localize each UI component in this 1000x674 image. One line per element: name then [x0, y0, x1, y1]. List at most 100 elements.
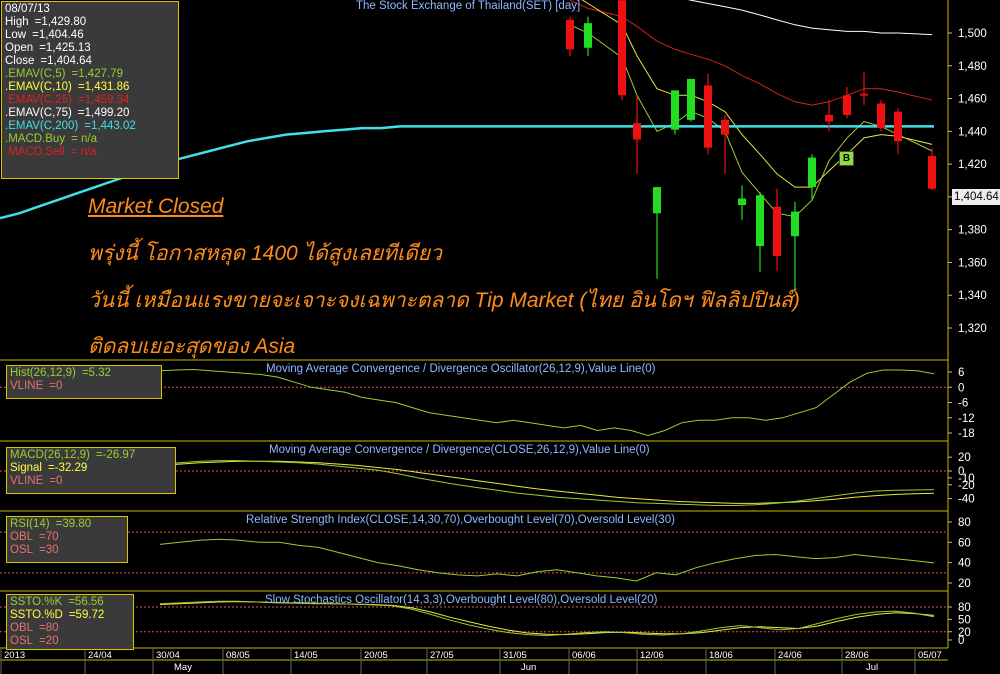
rsi-legend-row: RSI(14) =39.80 — [10, 518, 124, 531]
ssto-tick-label: 80 — [958, 602, 971, 614]
ssto-legend-row: OBL =80 — [10, 622, 130, 635]
ohlc-legend-value: =1,425.13 — [39, 42, 91, 54]
date-label: 20/05 — [364, 650, 388, 661]
candle-body — [738, 198, 746, 206]
ohlc-legend-value: =1,443.02 — [84, 120, 136, 132]
candle-body — [633, 123, 641, 140]
ohlc-legend-key: .EMAV(C,5) — [5, 68, 66, 80]
hist-tick-label: -6 — [958, 398, 968, 410]
ohlc-legend-value: =1,404.46 — [32, 29, 84, 41]
ohlc-legend-row: .MACD.Sell = n/a — [5, 146, 175, 159]
ssto-legend-value: =20 — [39, 635, 59, 647]
price-chart-title: The Stock Exchange of Thailand(SET) [day… — [356, 0, 581, 12]
ohlc-legend-row: .EMAV(C,25) =1,459.34 — [5, 94, 175, 107]
ohlc-legend[interactable]: 08/07/13 High =1,429.80 Low =1,404.46 Open =1,… — [1, 1, 179, 179]
ssto-legend-key: SSTO.%D — [10, 609, 63, 621]
ohlc-legend-row: Low =1,404.46 — [5, 29, 175, 42]
macd-legend-key: MACD(26,12,9) — [10, 449, 90, 461]
rsi-tick-label: 80 — [958, 517, 971, 529]
macd-legend-row: MACD(26,12,9) =-26.97 — [10, 449, 172, 462]
ohlc-legend-key: .MACD.Buy — [5, 133, 66, 145]
ssto-legend[interactable]: SSTO.%K =56.56 SSTO.%D =59.72 OBL =80 OSL =20 — [6, 594, 134, 650]
ssto-legend-value: =80 — [39, 622, 59, 634]
candle-body — [894, 111, 902, 142]
candle-body — [877, 103, 885, 129]
hist-legend-value: =5.32 — [81, 367, 111, 379]
ohlc-legend-value: = n/a — [70, 146, 97, 158]
rsi-legend-key: RSI(14) — [10, 518, 50, 530]
date-label: 12/06 — [640, 650, 664, 661]
macd-legend-value: =0 — [49, 475, 63, 487]
rsi-legend-value: =39.80 — [55, 518, 92, 530]
rsi-legend-row: OBL =70 — [10, 531, 124, 544]
chart-window: 1,5001,4801,4601,4401,4201,4001,3801,360… — [0, 0, 1000, 674]
macd-legend[interactable]: MACD(26,12,9) =-26.97 Signal =-32.29 VLINE =0 — [6, 447, 176, 494]
candle-body — [584, 23, 592, 48]
buy-signal-badge[interactable]: B — [839, 151, 854, 166]
price-tick-label: 1,500 — [958, 28, 987, 40]
rsi-tick-label: 20 — [958, 578, 971, 590]
ohlc-legend-value: =1,459.34 — [77, 94, 130, 106]
ohlc-legend-row: 08/07/13 — [5, 3, 175, 16]
ohlc-legend-row: .EMAV(C,75) =1,499.20 — [5, 107, 175, 120]
ssto-legend-row: SSTO.%K =56.56 — [10, 596, 130, 609]
hist-tick-label: 0 — [958, 382, 964, 394]
rsi-legend-row: OSL =30 — [10, 544, 124, 557]
annotation-line-3: ติดลบเยอะสุดของ Asia — [88, 335, 296, 358]
ohlc-legend-key: .EMAV(C,75) — [5, 107, 72, 119]
ohlc-legend-row: .EMAV(C,10) =1,431.86 — [5, 81, 175, 94]
price-tick-label: 1,320 — [958, 323, 987, 335]
candle-body — [687, 78, 695, 120]
ssto-panel-title: Slow Stochastics Oscillator(14,3,3),Over… — [265, 594, 658, 606]
ohlc-legend-key: .EMAV(C,25) — [5, 94, 72, 106]
date-label: 14/05 — [294, 650, 318, 661]
candle-body — [653, 187, 661, 214]
hist-panel-title: Moving Average Convergence / Divergence … — [266, 363, 656, 375]
candle-body — [860, 93, 868, 96]
rsi-legend-value: =30 — [39, 544, 59, 556]
candle-body — [566, 19, 574, 50]
ohlc-legend-value: =1,427.79 — [71, 68, 123, 80]
macd-legend-row: Signal =-32.29 — [10, 462, 172, 475]
ssto-legend-value: =56.56 — [68, 596, 104, 608]
macd-legend-key: VLINE — [10, 475, 44, 487]
rsi-legend-key: OSL — [10, 544, 34, 556]
candle-body — [928, 155, 936, 189]
date-label: 2013 — [4, 650, 25, 661]
ssto-legend-value: =59.72 — [68, 609, 105, 621]
hist-legend[interactable]: Hist(26,12,9) =5.32 VLINE =0 — [6, 365, 162, 399]
macd-legend-value: =-26.97 — [95, 449, 136, 461]
date-label: 30/04 — [156, 650, 180, 661]
last-price-tag: 1,404.64 — [952, 189, 1000, 205]
ssto-legend-key: OBL — [10, 622, 34, 634]
macd-tick-label: 20 — [958, 452, 971, 464]
ssto-legend-key: OSL — [10, 635, 34, 647]
date-label: 27/05 — [430, 650, 454, 661]
hist-legend-row: Hist(26,12,9) =5.32 — [10, 367, 158, 380]
ssto-legend-key: SSTO.%K — [10, 596, 63, 608]
candle-body — [618, 0, 626, 96]
ohlc-legend-value: =1,404.64 — [40, 55, 92, 67]
price-tick-label: 1,480 — [958, 61, 987, 73]
hist-tick-label: 6 — [958, 367, 964, 379]
macd-legend-key: Signal — [10, 462, 42, 474]
hist-legend-key: Hist(26,12,9) — [10, 367, 76, 379]
price-tick-label: 1,420 — [958, 159, 987, 171]
date-label: 31/05 — [503, 650, 527, 661]
hist-legend-row: VLINE =0 — [10, 380, 158, 393]
ohlc-legend-row: .MACD.Buy = n/a — [5, 133, 175, 146]
hist-legend-value: =0 — [49, 380, 63, 392]
annotation-line-1: พรุ่งนี้ โอกาสหลุด 1400 ได้สูงเลยทีเดียว — [88, 242, 442, 265]
price-tick-label: 1,360 — [958, 257, 987, 269]
rsi-legend[interactable]: RSI(14) =39.80 OBL =70 OSL =30 — [6, 516, 128, 563]
ohlc-legend-key: Close — [5, 55, 35, 67]
ohlc-legend-row: Open =1,425.13 — [5, 42, 175, 55]
rsi-legend-value: =70 — [39, 531, 59, 543]
ohlc-legend-value: = n/a — [71, 133, 97, 145]
date-label: 24/06 — [778, 650, 802, 661]
candle-body — [704, 85, 712, 148]
hist-tick-label: -12 — [958, 413, 975, 425]
hist-tick-label: -18 — [958, 428, 975, 440]
ohlc-legend-key: .EMAV(C,10) — [5, 81, 72, 93]
date-label: 28/06 — [845, 650, 869, 661]
